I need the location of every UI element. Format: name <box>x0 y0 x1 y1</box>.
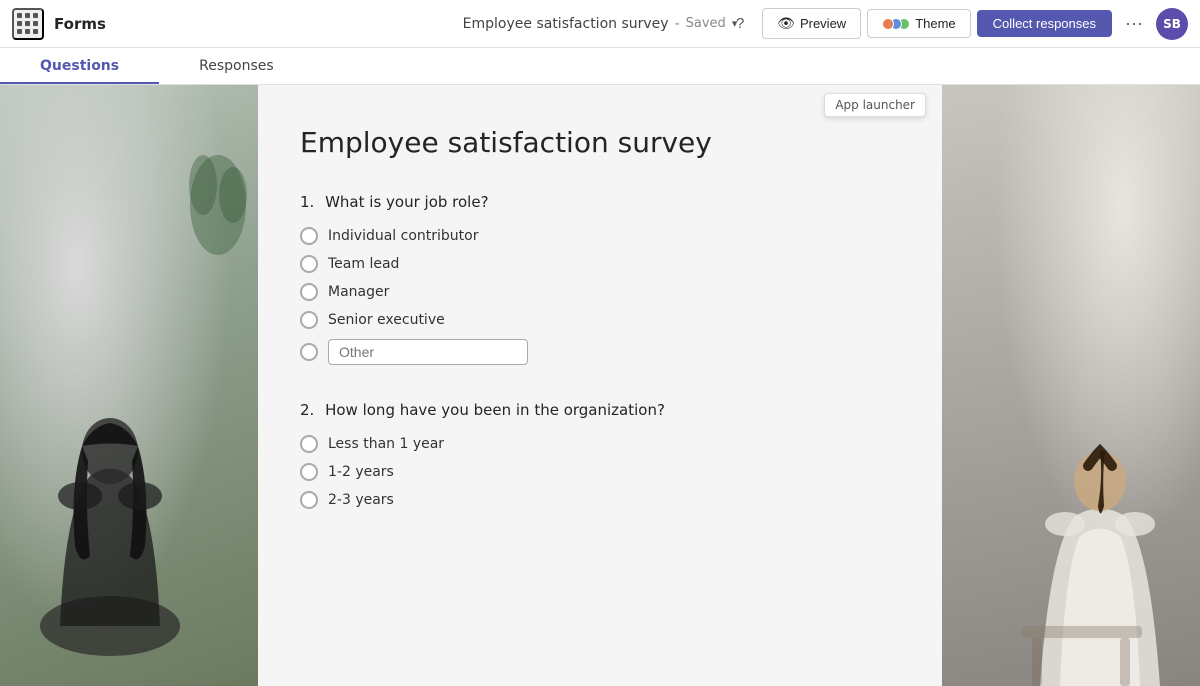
theme-button[interactable]: Theme <box>867 9 970 38</box>
preview-label: Preview <box>800 16 846 31</box>
option-less-than-1-year[interactable]: Less than 1 year <box>300 435 900 453</box>
option-team-lead[interactable]: Team lead <box>300 255 900 273</box>
preview-button[interactable]: 👁 Preview <box>762 8 861 39</box>
collect-label: Collect responses <box>993 16 1096 31</box>
theme-label: Theme <box>915 16 955 31</box>
question-2-number: 2. <box>300 401 314 419</box>
tab-responses[interactable]: Responses <box>159 48 314 84</box>
preview-icon: 👁 <box>777 15 795 32</box>
radio-team-lead[interactable] <box>300 255 318 273</box>
form-inner: App launcher Employee satisfaction surve… <box>280 85 920 585</box>
topbar-right: ? 👁 Preview Theme Collect responses ··· … <box>724 8 1188 40</box>
left-photo-panel <box>0 85 258 686</box>
app-launcher-tooltip: App launcher <box>824 93 926 117</box>
question-1-text: What is your job role? <box>325 193 488 211</box>
forms-logo[interactable]: Forms <box>54 15 106 33</box>
option-team-lead-label: Team lead <box>328 256 399 272</box>
tab-questions[interactable]: Questions <box>0 48 159 84</box>
option-1-2-years[interactable]: 1-2 years <box>300 463 900 481</box>
option-individual-contributor[interactable]: Individual contributor <box>300 227 900 245</box>
survey-title-top: Employee satisfaction survey <box>463 16 669 32</box>
option-2-3-years-label: 2-3 years <box>328 492 394 508</box>
option-less-than-1-year-label: Less than 1 year <box>328 436 444 452</box>
form-main-title: Employee satisfaction survey <box>300 125 900 161</box>
option-senior-executive-label: Senior executive <box>328 312 445 328</box>
chair-right <box>942 566 1200 686</box>
option-manager-label: Manager <box>328 284 389 300</box>
topbar-center: Employee satisfaction survey - Saved ▾ <box>463 16 738 32</box>
other-input[interactable] <box>328 339 528 365</box>
person-left-silhouette <box>10 246 210 686</box>
radio-1-2-years[interactable] <box>300 463 318 481</box>
question-2-text: How long have you been in the organizati… <box>325 401 665 419</box>
avatar-initials: SB <box>1163 17 1181 31</box>
radio-manager[interactable] <box>300 283 318 301</box>
option-manager[interactable]: Manager <box>300 283 900 301</box>
question-1-label: 1. What is your job role? <box>300 193 900 211</box>
theme-icon <box>882 18 910 30</box>
question-1-number: 1. <box>300 193 314 211</box>
form-panel: App launcher Employee satisfaction surve… <box>258 85 942 686</box>
question-1-block: 1. What is your job role? Individual con… <box>300 193 900 365</box>
app-launcher-button[interactable] <box>12 8 44 40</box>
option-senior-executive[interactable]: Senior executive <box>300 311 900 329</box>
avatar[interactable]: SB <box>1156 8 1188 40</box>
topbar: Forms Employee satisfaction survey - Sav… <box>0 0 1200 48</box>
radio-less-than-1-year[interactable] <box>300 435 318 453</box>
radio-senior-executive[interactable] <box>300 311 318 329</box>
more-icon: ··· <box>1125 13 1143 34</box>
option-2-3-years[interactable]: 2-3 years <box>300 491 900 509</box>
title-separator: - <box>675 16 680 32</box>
option-individual-contributor-label: Individual contributor <box>328 228 478 244</box>
tabbar: Questions Responses <box>0 48 1200 85</box>
radio-other[interactable] <box>300 343 318 361</box>
main-content: App launcher Employee satisfaction surve… <box>0 85 1200 686</box>
collect-responses-button[interactable]: Collect responses <box>977 10 1112 37</box>
saved-status: Saved <box>686 16 726 31</box>
option-1-2-years-label: 1-2 years <box>328 464 394 480</box>
option-other[interactable] <box>300 339 900 365</box>
radio-2-3-years[interactable] <box>300 491 318 509</box>
app-launcher-icon <box>17 13 39 35</box>
plant-left <box>188 145 248 265</box>
title-chevron-icon[interactable]: ▾ <box>732 17 738 30</box>
radio-individual-contributor[interactable] <box>300 227 318 245</box>
right-photo-panel <box>942 85 1200 686</box>
question-2-label: 2. How long have you been in the organiz… <box>300 401 900 419</box>
more-options-button[interactable]: ··· <box>1118 8 1150 40</box>
question-2-block: 2. How long have you been in the organiz… <box>300 401 900 509</box>
